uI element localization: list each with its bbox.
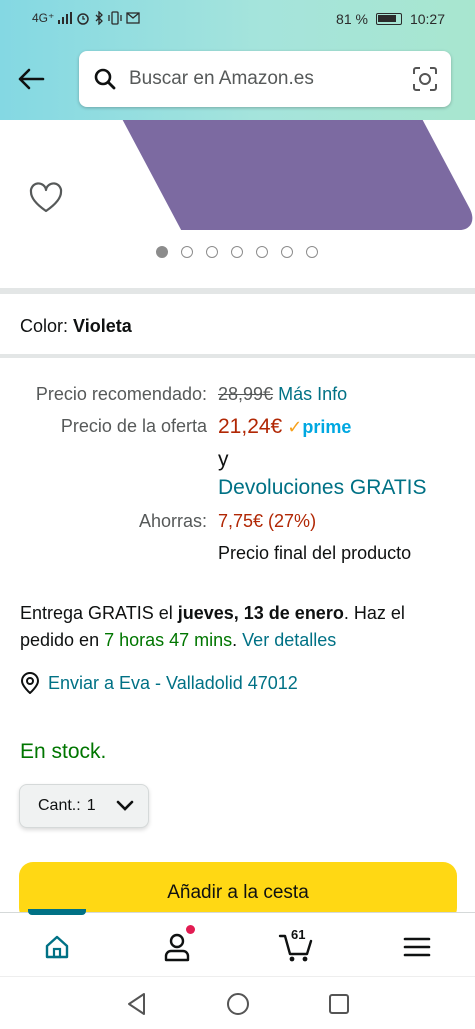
quantity-value: 1 — [86, 797, 96, 814]
arrow-left-icon — [18, 68, 45, 90]
more-info-link[interactable]: Más Info — [278, 384, 347, 404]
gmail-icon — [126, 12, 140, 24]
bottom-nav: 61 — [0, 909, 475, 976]
home-icon — [45, 935, 69, 959]
recents-square-icon[interactable] — [326, 991, 352, 1017]
quantity-select[interactable]: Cant.: 1 — [19, 784, 149, 828]
status-icons: 4G⁺ — [32, 11, 140, 25]
gallery-dot[interactable] — [156, 246, 168, 258]
recommended-price-row: 28,99€ Más Info — [218, 384, 347, 405]
alarm-icon — [77, 13, 90, 25]
recommended-price: 28,99€ — [218, 384, 274, 404]
delivery-date: jueves, 13 de enero — [177, 603, 344, 623]
back-triangle-icon[interactable] — [124, 991, 150, 1017]
vibrate-icon — [108, 11, 122, 25]
battery-percent: 81 % — [336, 11, 368, 27]
notification-dot — [186, 925, 195, 934]
search-input[interactable] — [129, 68, 399, 90]
deal-price-row: 21,24€ ✓prime — [218, 415, 351, 439]
gallery-dot[interactable] — [281, 246, 293, 258]
savings-label: Ahorras: — [138, 511, 207, 531]
recommended-price-label: Precio recomendado: — [35, 384, 207, 404]
active-tab-indicator — [28, 909, 86, 915]
cart-count: 61 — [291, 927, 306, 942]
nav-cart[interactable]: 61 — [276, 927, 316, 967]
network-label: 4G⁺ — [32, 11, 55, 25]
user-icon — [164, 933, 190, 962]
view-details-link[interactable]: Ver detalles — [242, 630, 336, 650]
battery-icon — [375, 13, 402, 25]
gallery-pagination — [156, 246, 318, 258]
deal-price: 21,24€ — [218, 415, 283, 438]
product-image-gallery[interactable] — [0, 120, 475, 288]
and-text: y — [218, 448, 229, 471]
search-bar[interactable] — [79, 51, 451, 107]
gallery-dot[interactable] — [181, 246, 193, 258]
stock-status: En stock. — [20, 740, 107, 763]
prime-badge: prime — [302, 417, 352, 437]
divider — [0, 354, 475, 358]
chevron-down-icon — [116, 800, 133, 811]
color-value: Violeta — [73, 316, 132, 336]
delivery-countdown: 7 horas 47 mins — [104, 630, 233, 650]
deal-price-label: Precio de la oferta — [60, 416, 207, 436]
camera-scan-icon[interactable] — [411, 65, 439, 93]
search-icon — [94, 68, 116, 90]
nav-menu[interactable] — [397, 927, 437, 967]
delivery-prefix: Entrega GRATIS el — [20, 603, 178, 623]
heart-icon[interactable] — [28, 180, 64, 216]
gallery-dot[interactable] — [306, 246, 318, 258]
gallery-dot[interactable] — [231, 246, 243, 258]
nav-home[interactable] — [37, 927, 77, 967]
signal-icon — [58, 12, 73, 24]
product-image — [58, 120, 475, 230]
status-right: 81 % 10:27 — [336, 11, 445, 27]
delivery-info: Entrega GRATIS el jueves, 13 de enero. H… — [20, 603, 405, 650]
home-circle-icon[interactable] — [225, 991, 251, 1017]
clock: 10:27 — [409, 11, 445, 27]
prime-check-icon: ✓ — [287, 417, 303, 437]
nav-account[interactable] — [157, 925, 197, 967]
back-button[interactable] — [14, 62, 48, 96]
location-text: Enviar a Eva - Valladolid 47012 — [48, 672, 298, 693]
bluetooth-icon — [95, 11, 104, 25]
system-nav-bar — [0, 976, 475, 1029]
delivery-location[interactable]: Enviar a Eva - Valladolid 47012 — [20, 672, 298, 694]
color-selection: Color: Violeta — [20, 316, 132, 337]
menu-icon — [403, 937, 431, 957]
gallery-dot[interactable] — [206, 246, 218, 258]
location-pin-icon — [20, 672, 40, 694]
free-returns-link[interactable]: Devoluciones GRATIS — [218, 476, 427, 500]
quantity-label: Cant.: — [38, 797, 81, 814]
top-header: 4G⁺ 81 % 10:27 — [0, 0, 475, 120]
gallery-dot[interactable] — [256, 246, 268, 258]
color-label: Color: — [20, 316, 69, 336]
final-price-note: Precio final del producto — [218, 543, 412, 563]
divider — [0, 288, 475, 294]
savings-value: 7,75€ (27%) — [218, 511, 317, 531]
status-bar: 4G⁺ 81 % 10:27 — [0, 0, 475, 38]
